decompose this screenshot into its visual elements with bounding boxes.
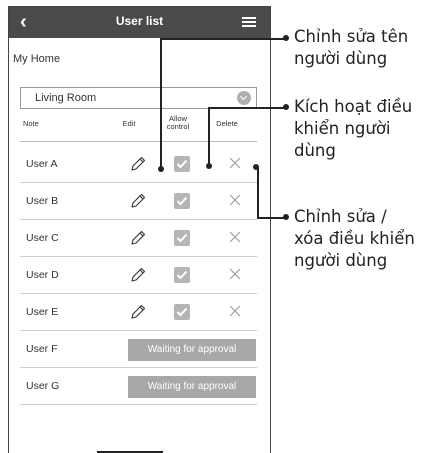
page-title: User list	[115, 14, 164, 28]
user-name: User D	[26, 269, 59, 281]
user-row: User E	[20, 294, 257, 331]
callout-allow-control: Kích hoạt điều khiển người dùng	[294, 97, 413, 160]
delete-x-icon[interactable]	[228, 267, 242, 281]
delete-x-icon[interactable]	[228, 193, 242, 207]
header-divider	[20, 141, 257, 142]
home-label: My Home	[13, 53, 61, 65]
room-select[interactable]: Living Room	[20, 87, 257, 109]
delete-x-icon[interactable]	[228, 230, 242, 244]
leader-line	[160, 38, 284, 40]
callout-dot	[253, 164, 259, 170]
phone-screen: ‹ User list My Home Living Room Note Edi…	[8, 6, 271, 453]
allow-control-checkbox[interactable]	[174, 230, 190, 246]
column-header-note: Note	[23, 119, 39, 128]
user-name: User G	[26, 380, 60, 392]
user-name: User C	[26, 232, 59, 244]
user-name: User A	[26, 158, 58, 170]
callout-edit-delete: Chỉnh sửa / xóa điều khiển người dùng	[294, 207, 415, 270]
pencil-icon[interactable]	[129, 155, 147, 173]
user-row: User G Waiting for approval	[20, 368, 257, 405]
waiting-for-approval-button[interactable]: Waiting for approval	[128, 339, 256, 361]
leader-line	[208, 107, 284, 109]
callout-dot	[206, 163, 212, 169]
leader-line	[208, 108, 210, 166]
user-row: User A	[20, 146, 257, 183]
callout-dot	[283, 104, 289, 110]
user-row: User B	[20, 183, 257, 220]
pencil-icon[interactable]	[129, 229, 147, 247]
delete-x-icon[interactable]	[228, 156, 242, 170]
leader-line	[257, 168, 259, 218]
user-name: User B	[26, 195, 59, 207]
waiting-for-approval-button[interactable]: Waiting for approval	[128, 376, 256, 398]
leader-line	[160, 40, 162, 170]
room-select-value: Living Room	[35, 92, 97, 104]
title-bar: ‹ User list	[9, 7, 270, 38]
user-row: User D	[20, 257, 257, 294]
leader-line	[257, 217, 284, 219]
column-header-delete: Delete	[216, 119, 238, 128]
column-header-edit: Edit	[122, 119, 136, 128]
column-header-allow-control: Allow control	[166, 114, 190, 131]
user-name: User E	[26, 306, 59, 318]
pencil-icon[interactable]	[129, 266, 147, 284]
user-row: User F Waiting for approval	[20, 331, 257, 368]
callout-dot	[283, 214, 289, 220]
user-name: User F	[26, 343, 58, 355]
callout-edit-user: Chỉnh sửa tên người dùng	[294, 27, 409, 68]
hamburger-menu-icon[interactable]	[242, 17, 256, 27]
pencil-icon[interactable]	[129, 303, 147, 321]
allow-control-checkbox[interactable]	[174, 304, 190, 320]
callout-dot	[158, 166, 164, 172]
callout-dot	[283, 35, 289, 41]
user-row: User C	[20, 220, 257, 257]
delete-x-icon[interactable]	[228, 304, 242, 318]
allow-control-checkbox[interactable]	[174, 267, 190, 283]
pencil-icon[interactable]	[129, 192, 147, 210]
allow-control-checkbox[interactable]	[174, 156, 190, 172]
allow-control-checkbox[interactable]	[174, 193, 190, 209]
chevron-down-circle-icon[interactable]	[237, 91, 251, 105]
